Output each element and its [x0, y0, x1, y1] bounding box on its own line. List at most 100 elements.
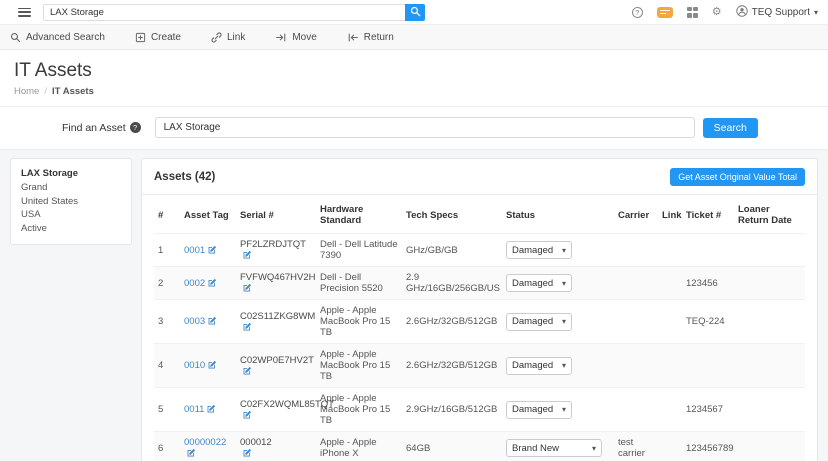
gear-icon[interactable]	[712, 7, 722, 18]
create-button[interactable]: Create	[135, 32, 181, 43]
edit-icon[interactable]	[243, 322, 252, 331]
global-search-button[interactable]	[405, 3, 425, 21]
serial-number: 000012	[240, 437, 272, 448]
hardware-standard: Apple - Apple iPhone X	[320, 437, 377, 459]
page-title: IT Assets	[14, 60, 92, 81]
help-icon[interactable]	[631, 6, 643, 18]
row-number: 5	[158, 404, 164, 415]
edit-icon[interactable]	[207, 404, 216, 413]
find-asset-label: Find an Asset	[62, 122, 141, 134]
status-value: Damaged	[512, 277, 554, 289]
global-search-input[interactable]	[43, 3, 405, 21]
location-line: USA	[21, 209, 41, 221]
status-select[interactable]: Brand New	[506, 439, 602, 457]
link-cell	[658, 432, 682, 461]
edit-icon[interactable]	[208, 245, 217, 254]
column-header: Link	[662, 209, 682, 221]
hardware-standard: Apple - Apple MacBook Pro 15 TB	[320, 305, 391, 338]
status-select[interactable]: Damaged	[506, 400, 572, 419]
get-asset-value-button[interactable]: Get Asset Original Value Total	[670, 168, 805, 186]
column-header: Tech Specs	[406, 209, 459, 221]
edit-icon[interactable]	[243, 366, 252, 375]
edit-icon[interactable]	[243, 250, 252, 259]
page-header: IT Assets Home IT Assets	[0, 50, 828, 107]
row-number: 1	[158, 244, 164, 256]
loaner-return-date	[734, 344, 805, 388]
edit-icon[interactable]	[208, 316, 217, 325]
edit-icon[interactable]	[243, 448, 252, 457]
carrier	[614, 234, 658, 267]
row-number: 6	[158, 442, 164, 454]
asset-tag-link[interactable]: 0001	[184, 245, 205, 256]
apps-icon[interactable]	[686, 6, 698, 18]
asset-tag-link[interactable]: 0010	[184, 360, 205, 371]
link-cell	[658, 300, 682, 344]
hardware-standard: Apple - Apple MacBook Pro 15 TB	[320, 393, 391, 426]
assets-card-header: Assets (42) Get Asset Original Value Tot…	[142, 168, 817, 195]
edit-icon[interactable]	[208, 278, 217, 287]
carrier: test carrier	[618, 437, 645, 459]
ticket-number: 123456789	[686, 442, 734, 454]
help-circle-icon[interactable]	[129, 122, 141, 133]
menu-icon[interactable]	[18, 7, 31, 17]
assets-heading: Assets (42)	[154, 171, 216, 183]
navbar-right: TEQ Support	[631, 4, 818, 20]
edit-icon[interactable]	[208, 360, 217, 369]
chevron-down-icon	[592, 443, 596, 454]
loaner-return-date	[734, 388, 805, 432]
move-button[interactable]: Move	[275, 32, 317, 43]
edit-icon[interactable]	[243, 410, 252, 419]
user-menu[interactable]: TEQ Support	[735, 4, 818, 20]
return-button[interactable]: Return	[347, 32, 394, 43]
table-row: 4 0010 C02WP0E7HV2T Apple - Apple MacBook P…	[154, 343, 805, 388]
assets-table-body: 1 0001 PF2LZRDJTQT Dell - Dell Latitude 739…	[154, 233, 805, 461]
status-value: Brand New	[512, 442, 559, 454]
find-asset-input[interactable]	[154, 117, 695, 138]
status-select[interactable]: Damaged	[506, 356, 572, 375]
breadcrumb-current: IT Assets	[51, 86, 94, 97]
chevron-down-icon	[562, 360, 566, 371]
edit-icon[interactable]	[243, 283, 252, 292]
link-cell	[658, 388, 682, 432]
create-icon	[135, 32, 146, 43]
chevron-down-icon	[562, 278, 566, 289]
breadcrumb: Home IT Assets	[14, 86, 814, 97]
tech-specs: 64GB	[406, 442, 431, 454]
status-select[interactable]: Damaged	[506, 312, 572, 331]
asset-tag-link[interactable]: 0002	[184, 278, 205, 289]
link-cell	[658, 267, 682, 300]
loaner-return-date	[734, 234, 805, 267]
column-header: Asset Tag	[184, 209, 229, 221]
move-right-icon	[275, 32, 287, 43]
row-number: 2	[158, 277, 164, 289]
loaner-return-date	[734, 267, 805, 300]
hardware-standard: Apple - Apple MacBook Pro 15 TB	[320, 349, 391, 382]
asset-tag-link[interactable]: 0003	[184, 316, 205, 327]
tech-specs: 2.9GHz/16GB/512GB	[406, 404, 498, 415]
table-header-row: # Asset Tag Serial # Hardware Standard Tech …	[154, 195, 805, 234]
tech-specs: 2.9 GHz/16GB/256GB/US	[406, 272, 500, 294]
breadcrumb-home[interactable]: Home	[14, 86, 39, 97]
status-select[interactable]: Damaged	[506, 241, 572, 259]
tech-specs: GHz/GB/GB	[406, 244, 458, 256]
asset-tag-link[interactable]: 00000022	[184, 437, 226, 448]
action-bar: Advanced Search Create Link Move Return	[0, 25, 828, 50]
tech-specs: 2.6GHz/32GB/512GB	[406, 316, 498, 327]
notification-badge[interactable]	[656, 6, 673, 18]
asset-tag-link[interactable]: 0011	[184, 404, 204, 415]
chevron-down-icon	[562, 316, 566, 327]
assets-table: # Asset Tag Serial # Hardware Standard Tech …	[154, 195, 805, 461]
column-header: Serial #	[240, 209, 274, 221]
location-line: United States	[21, 195, 79, 207]
status-select[interactable]: Damaged	[506, 274, 572, 292]
column-header: Carrier	[618, 209, 650, 221]
edit-icon[interactable]	[187, 448, 196, 457]
column-header: Hardware Standard	[320, 204, 364, 226]
carrier	[614, 388, 658, 432]
ticket-number	[682, 344, 734, 388]
global-search	[43, 3, 425, 21]
link-button[interactable]: Link	[211, 32, 245, 43]
find-asset-search-button[interactable]: Search	[702, 117, 758, 138]
advanced-search-button[interactable]: Advanced Search	[10, 32, 105, 43]
breadcrumb-separator	[44, 86, 47, 97]
